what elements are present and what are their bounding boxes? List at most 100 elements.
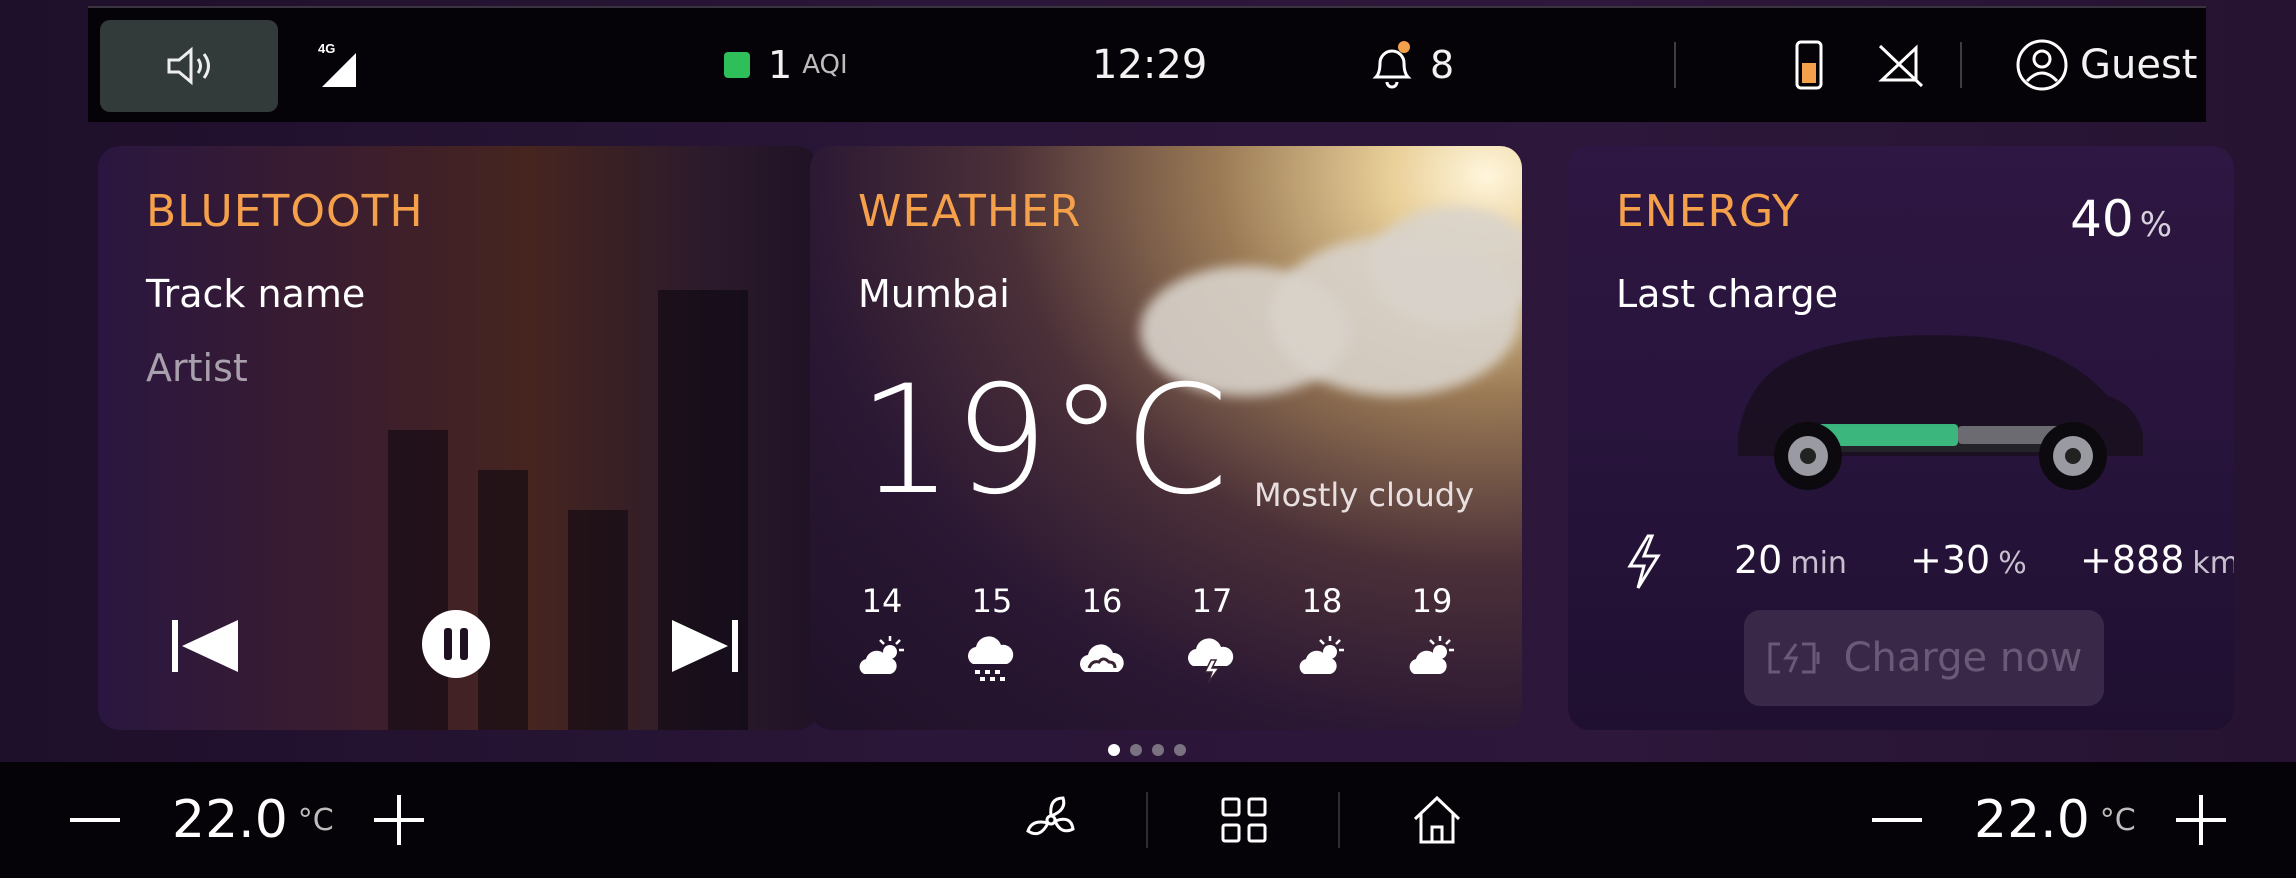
car-illustration (1738, 335, 2143, 490)
forecast-date: 19 (1411, 582, 1453, 620)
fan-icon (1026, 796, 1075, 836)
charge-gain: +30% (1910, 538, 2027, 582)
right-temp-value: 22.0 (1974, 790, 2090, 850)
user-avatar-icon (2016, 39, 2068, 91)
no-connection-icon (1878, 44, 1924, 88)
user-profile[interactable]: Guest (2014, 8, 2197, 122)
cloud-icon (1080, 644, 1124, 672)
aqi-label: AQI (802, 50, 848, 80)
forecast-day: 18 (1292, 582, 1352, 684)
charging-battery-icon (1768, 642, 1820, 674)
charge-duration-value: 20 (1734, 538, 1783, 582)
charge-now-label: Charge now (1843, 635, 2083, 681)
charge-now-button[interactable]: Charge now (1744, 610, 2104, 706)
forecast-day: 17 (1182, 582, 1242, 684)
track-name: Track name (146, 272, 366, 316)
left-temp-increase-button[interactable] (374, 762, 424, 878)
divider (1674, 42, 1676, 88)
background-art (478, 470, 528, 730)
battery-percent-unit: % (2139, 205, 2172, 245)
page-dot[interactable] (1130, 744, 1142, 756)
app-grid-icon (1221, 797, 1267, 843)
energy-card[interactable]: ENERGY 40% Last charge 20 min +30% +888 km… (1568, 146, 2234, 730)
page-dot[interactable] (1152, 744, 1164, 756)
apps-button[interactable] (1220, 762, 1268, 878)
status-bar: 4G 1 AQI 12:29 8 Guest (88, 6, 2206, 122)
artist-name: Artist (146, 346, 248, 390)
battery-percent-value: 40 (2070, 190, 2134, 248)
previous-track-button[interactable] (168, 614, 240, 682)
background-art (388, 430, 448, 730)
weather-card[interactable]: WEATHER Mumbai 19°C Mostly cloudy 14 15 … (810, 146, 1522, 730)
right-temp-increase-button[interactable] (2176, 762, 2226, 878)
right-temp-decrease-button[interactable] (1872, 762, 1922, 878)
forecast-date: 17 (1191, 582, 1233, 620)
card-title: ENERGY (1616, 186, 1800, 237)
connectivity-status[interactable] (1876, 8, 1926, 122)
thunderstorm-icon (1188, 638, 1234, 684)
climate-bar: 22.0 °C 22.0 °C (0, 762, 2296, 878)
notifications[interactable]: 8 (1366, 8, 1454, 122)
temp-unit: °C (2099, 802, 2136, 838)
last-charge-label: Last charge (1616, 272, 1838, 316)
partly-sunny-icon (859, 636, 904, 674)
forecast-day: 15 (962, 582, 1022, 684)
city-name: Mumbai (858, 272, 1010, 316)
partly-sunny-icon (1299, 636, 1344, 674)
range-gain: +888 km (2080, 538, 2234, 582)
left-temp-decrease-button[interactable] (70, 762, 120, 878)
left-temperature: 22.0 °C (172, 762, 334, 878)
aqi-status-square (724, 52, 750, 78)
page-dot[interactable] (1174, 744, 1186, 756)
divider (1146, 792, 1148, 848)
current-temperature: 19°C (858, 354, 1229, 528)
charge-duration-unit: min (1790, 546, 1847, 581)
forecast-date: 15 (971, 582, 1013, 620)
minus-icon (1872, 818, 1922, 822)
charge-gain-value: +30 (1910, 538, 1991, 582)
aqi-indicator[interactable]: 1 AQI (724, 8, 848, 122)
battery-percentage: 40% (2070, 190, 2172, 248)
notification-count: 8 (1430, 43, 1455, 87)
bluetooth-card[interactable]: BLUETOOTH Track name Artist (98, 146, 818, 730)
home-icon (1413, 795, 1461, 844)
range-gain-unit: km (2192, 546, 2234, 581)
charge-gain-unit: % (1998, 546, 2027, 581)
skip-next-icon (672, 620, 738, 672)
volume-button[interactable] (100, 20, 278, 112)
phone-battery-icon (1795, 40, 1823, 90)
left-temp-value: 22.0 (172, 790, 288, 850)
divider (1960, 42, 1962, 88)
forecast-date: 18 (1301, 582, 1343, 620)
forecast-day: 14 (852, 582, 912, 684)
divider (1338, 792, 1340, 848)
skip-previous-icon (172, 620, 238, 672)
lightning-icon (1627, 534, 1661, 589)
partly-sunny-icon (1409, 636, 1454, 674)
forecast-day: 19 (1402, 582, 1462, 684)
card-title: BLUETOOTH (146, 186, 424, 237)
next-track-button[interactable] (670, 614, 742, 682)
plus-icon (2176, 795, 2226, 845)
temp-unit: °C (297, 802, 334, 838)
card-title: WEATHER (858, 186, 1082, 237)
aqi-value: 1 (768, 43, 793, 87)
home-button[interactable] (1410, 762, 1464, 878)
phone-battery[interactable] (1794, 8, 1824, 122)
cellular-signal-icon: 4G (318, 41, 356, 87)
minus-icon (70, 818, 120, 822)
weather-condition: Mostly cloudy (1254, 476, 1474, 514)
forecast-date: 16 (1081, 582, 1123, 620)
pause-icon (422, 610, 490, 678)
svg-text:4G: 4G (318, 41, 335, 56)
page-indicator[interactable] (1108, 744, 1186, 756)
user-name: Guest (2080, 42, 2198, 88)
bell-icon (1372, 41, 1412, 89)
page-dot-active[interactable] (1108, 744, 1120, 756)
charge-duration: 20 min (1734, 538, 1847, 582)
fan-button[interactable] (1024, 762, 1078, 878)
snow-cloud-icon (968, 636, 1014, 681)
pause-button[interactable] (420, 608, 492, 684)
clock: 12:29 (1092, 42, 1208, 88)
forecast-day: 16 (1072, 582, 1132, 684)
